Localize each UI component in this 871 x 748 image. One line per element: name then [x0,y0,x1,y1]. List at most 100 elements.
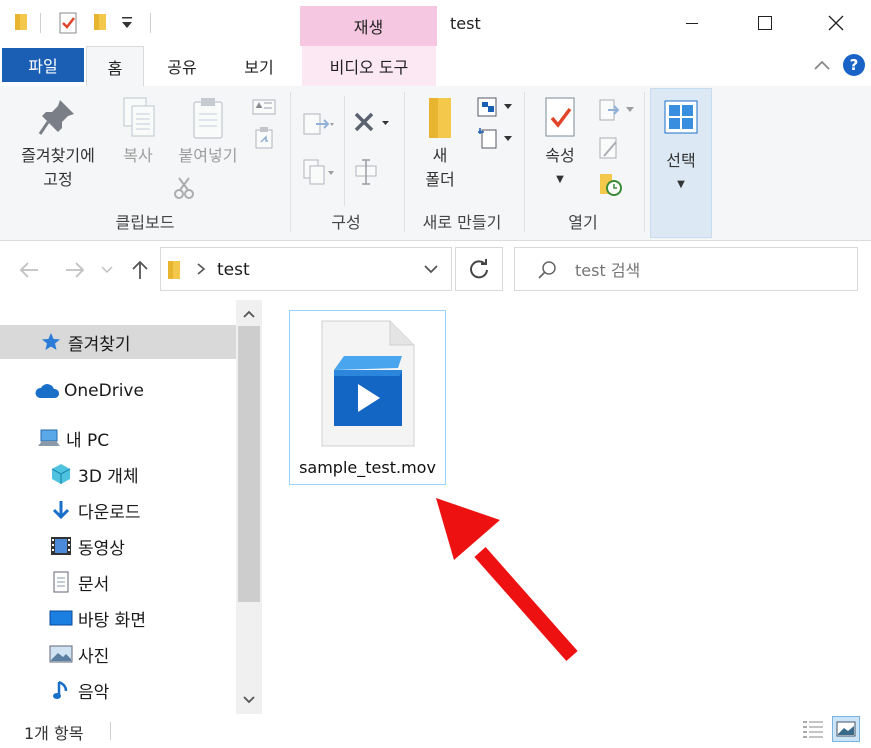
nav-downloads[interactable]: 다운로드 [0,493,236,527]
customize-quick-access-icon[interactable] [120,15,134,35]
minimize-button[interactable] [662,0,722,46]
pin-to-quick-access-button[interactable]: 즐겨찾기에 고정 [10,96,106,192]
nav-3d-objects[interactable]: 3D 개체 [0,457,236,491]
copy-path-icon[interactable] [252,98,276,120]
nav-quick-access[interactable]: 즐겨찾기 [0,325,236,359]
move-to-icon[interactable] [302,110,336,142]
details-view-icon[interactable] [801,718,825,744]
cut-icon[interactable] [174,176,194,204]
select-label: 선택 [666,151,696,170]
nav-label: 다운로드 [78,502,141,523]
nav-label: 사진 [78,646,110,667]
address-bar[interactable]: test [160,247,452,291]
search-icon [537,260,557,284]
open-icon[interactable] [598,98,638,128]
tab-file[interactable]: 파일 [2,48,84,82]
nav-videos[interactable]: 동영상 [0,529,236,563]
window-title: test [450,14,481,33]
computer-icon [36,428,62,448]
properties-dropdown-icon[interactable]: ▼ [532,168,588,192]
nav-pictures[interactable]: 사진 [0,637,236,671]
minimize-icon [686,23,698,24]
document-icon [48,571,74,593]
nav-onedrive[interactable]: OneDrive [0,374,236,408]
organize-group-label: 구성 [331,213,361,232]
new-item-icon[interactable] [476,96,516,124]
scrollbar-thumb[interactable] [238,326,260,602]
collapse-ribbon-icon[interactable] [812,56,832,80]
select-icon [664,100,698,134]
pin-icon [38,100,74,135]
refresh-button[interactable] [455,247,503,291]
new-folder-button[interactable]: 새 폴더 [412,96,468,192]
back-arrow-icon[interactable] [18,258,42,286]
new-group-label: 새로 만들기 [422,213,502,232]
new-folder-label-line2: 폴더 [425,170,455,189]
tab-share[interactable]: 공유 [150,46,214,86]
cloud-icon [34,382,60,400]
new-folder-quick-icon[interactable] [93,12,109,36]
file-name-label: sample_test.mov [299,458,436,477]
address-dropdown-icon[interactable] [423,262,439,281]
up-arrow-icon[interactable] [128,258,152,286]
picture-icon [48,644,74,664]
maximize-button[interactable] [735,0,795,46]
breadcrumb-chevron-icon[interactable] [195,261,207,281]
nav-music[interactable]: 음악 [0,673,236,707]
nav-label: 바탕 화면 [78,610,146,631]
cube-icon [48,463,74,485]
pin-label-line2: 고정 [43,170,73,189]
recent-locations-icon[interactable] [100,262,114,281]
select-dropdown-icon[interactable]: ▼ [651,173,711,197]
forward-arrow-icon[interactable] [62,258,86,286]
properties-icon [545,97,575,137]
paste-shortcut-icon[interactable] [254,126,274,154]
paste-button[interactable]: 붙여넣기 [170,96,246,168]
tab-video-tools[interactable]: 비디오 도구 [302,46,436,86]
paste-icon [193,98,223,139]
video-file-icon [320,320,416,452]
scroll-up-icon[interactable] [241,306,257,325]
search-box[interactable] [514,247,858,291]
copy-label: 복사 [123,146,153,165]
breadcrumb-path[interactable]: test [217,260,250,280]
nav-this-pc[interactable]: 내 PC [0,421,236,455]
red-arrow-annotation [436,498,578,661]
search-input[interactable] [573,256,847,284]
open-group-label: 열기 [568,213,598,232]
properties-label: 속성 [545,146,575,165]
close-button[interactable] [806,0,866,46]
history-icon[interactable] [598,172,624,202]
close-icon [828,15,844,31]
pin-label-line1: 즐겨찾기에 [21,146,95,165]
copy-button[interactable]: 복사 [110,96,166,168]
nav-desktop[interactable]: 바탕 화면 [0,601,236,635]
nav-label: 즐겨찾기 [68,334,131,355]
context-tab-play[interactable]: 재생 [300,6,437,46]
copy-icon [123,97,155,137]
nav-documents[interactable]: 문서 [0,565,236,599]
nav-label: 동영상 [78,538,125,559]
copy-to-icon[interactable] [302,158,336,190]
delete-icon[interactable] [352,110,392,142]
scroll-down-icon[interactable] [241,692,257,711]
nav-label: 내 PC [66,430,110,451]
star-icon [38,332,64,352]
help-icon[interactable]: ? [842,53,866,81]
ribbon-tabs: 파일 홈 공유 보기 비디오 도구 ? [0,46,871,87]
tab-home[interactable]: 홈 [86,46,144,87]
large-icons-view-icon[interactable] [832,716,860,742]
svg-text:?: ? [850,56,859,74]
folder-icon [14,12,30,36]
properties-quick-icon[interactable] [58,11,80,39]
rename-icon[interactable] [354,158,380,190]
easy-access-icon[interactable] [476,126,516,156]
new-folder-icon [429,98,451,138]
tab-view[interactable]: 보기 [226,46,292,86]
film-icon [48,535,74,557]
edit-icon[interactable] [598,136,622,166]
properties-button[interactable]: 속성 ▼ [532,96,588,192]
refresh-icon [470,259,488,279]
nav-label: OneDrive [64,381,144,401]
select-button[interactable]: 선택 ▼ [650,88,712,238]
